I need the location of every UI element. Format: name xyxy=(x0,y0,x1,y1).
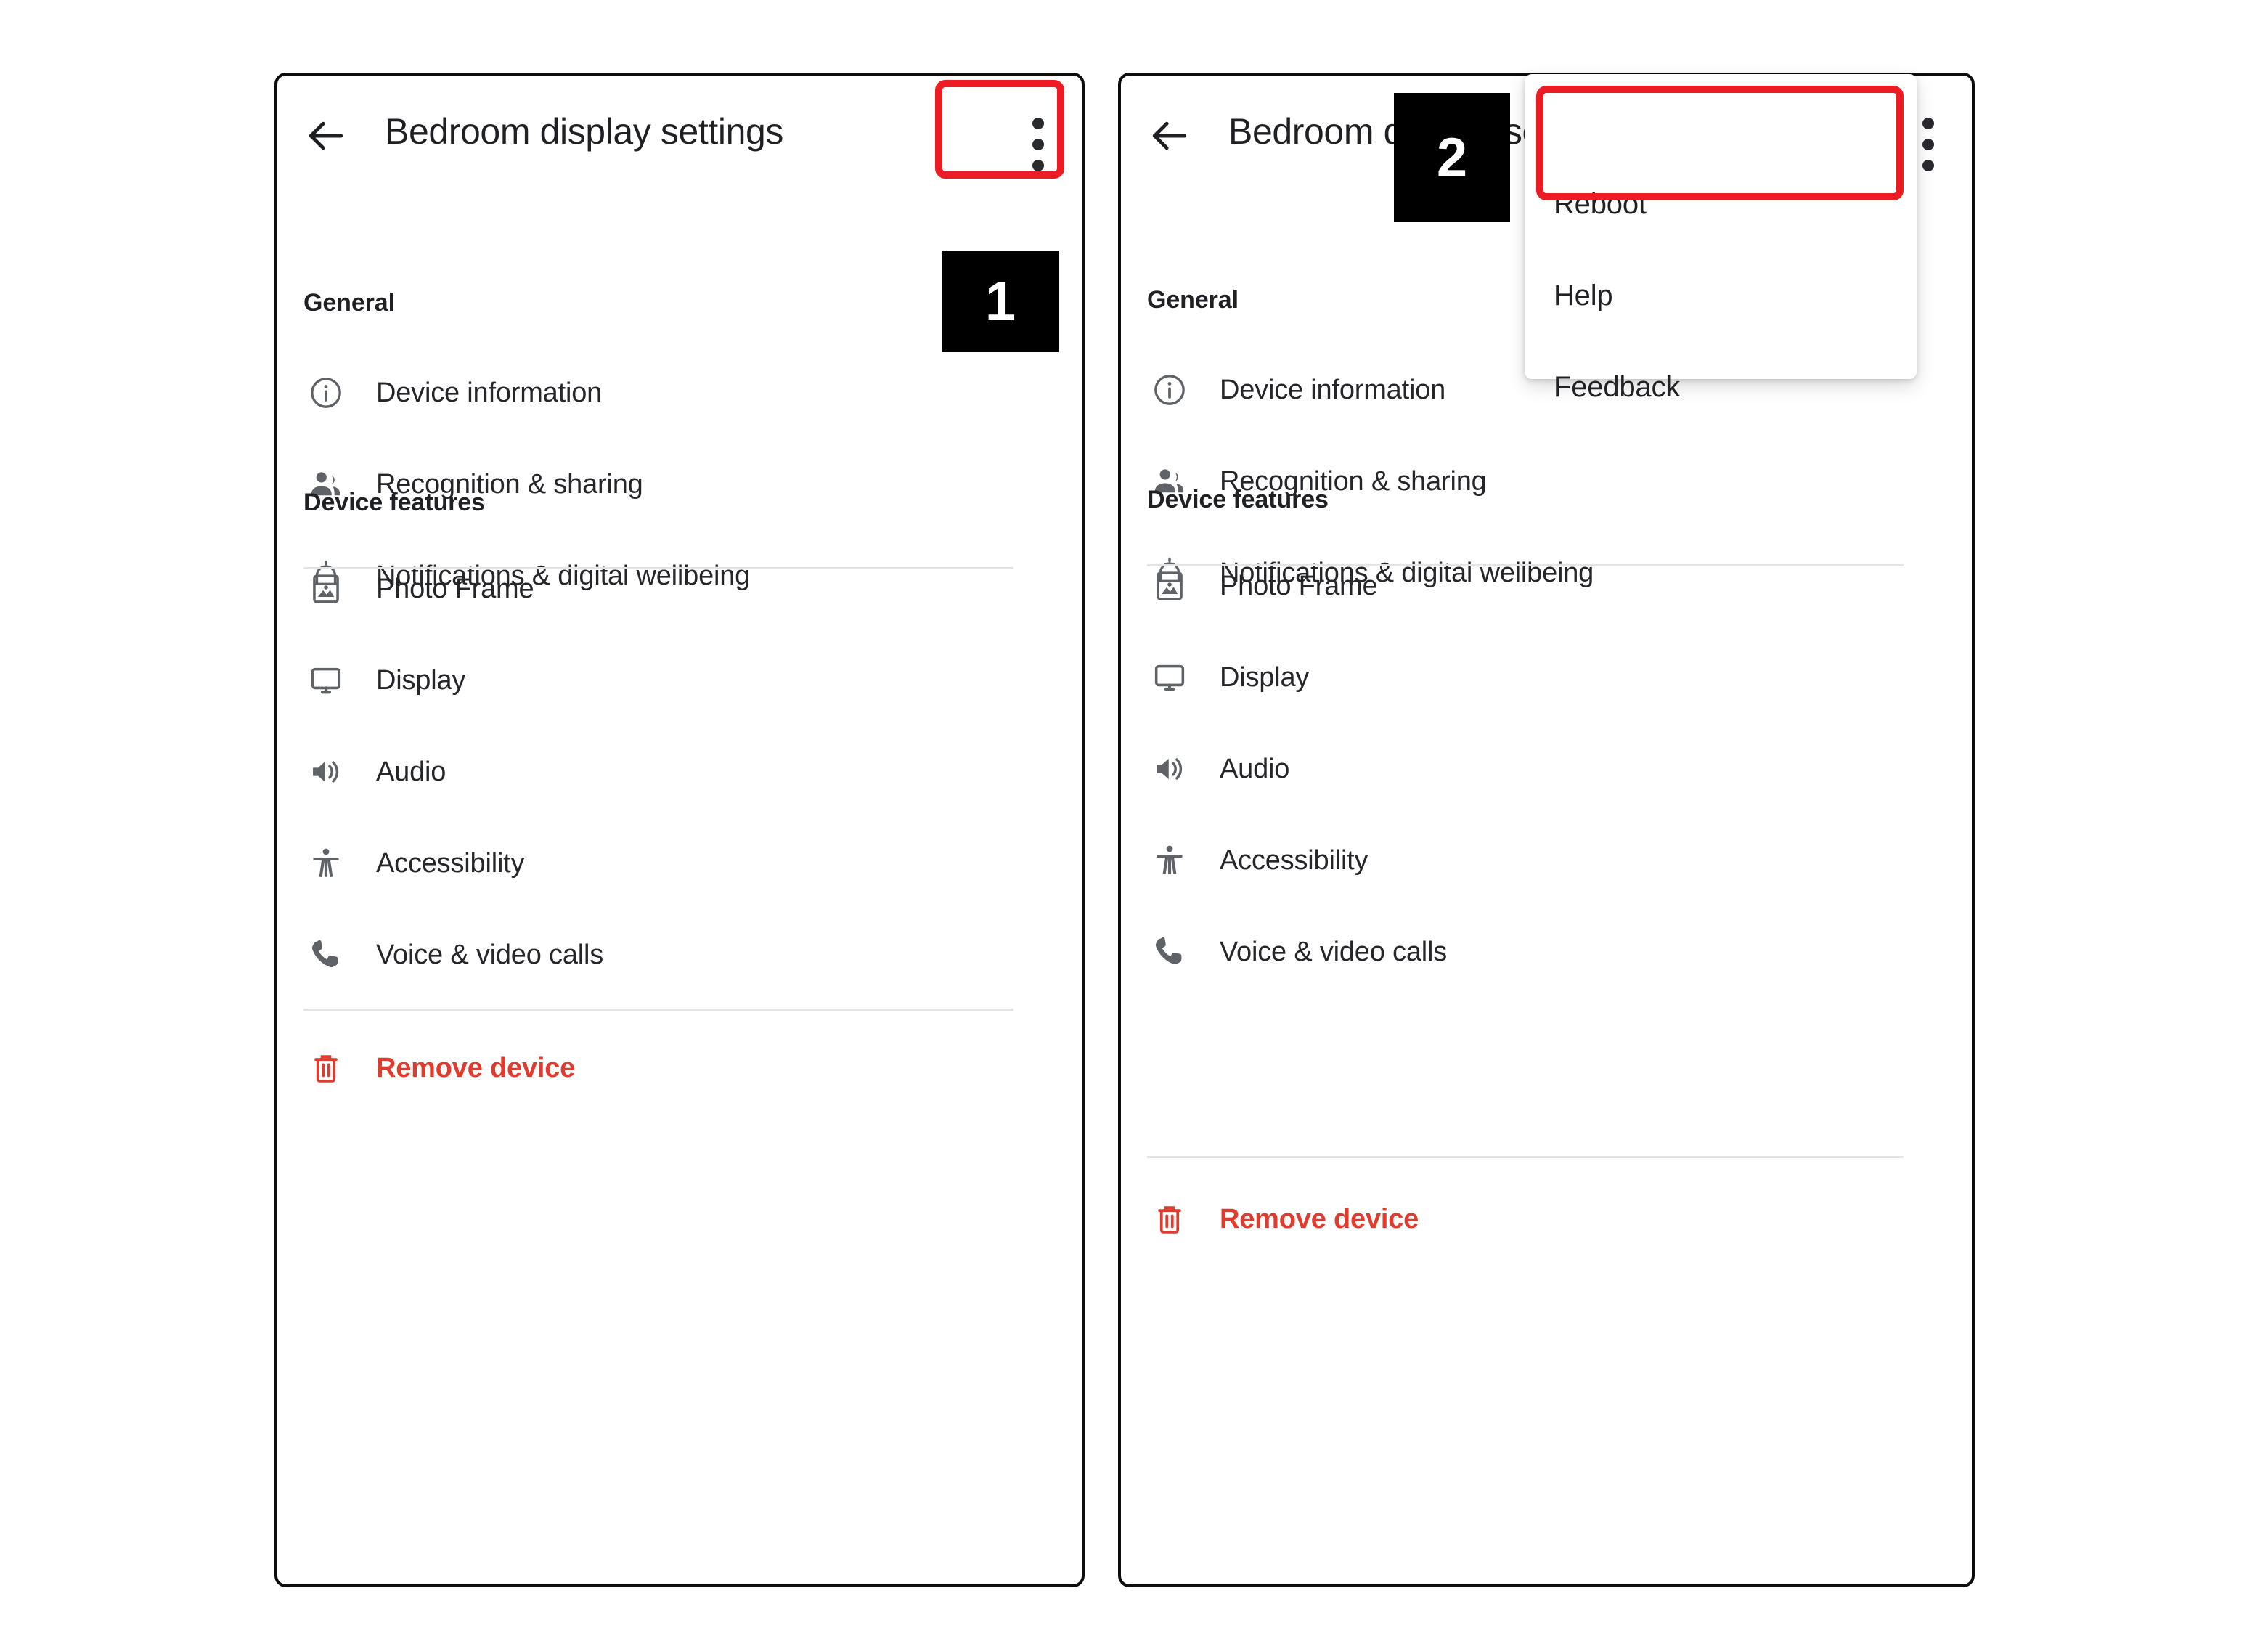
section-title-general: General xyxy=(303,289,395,317)
list-item-label: Device information xyxy=(376,377,603,408)
list-item-label: Accessibility xyxy=(376,847,525,879)
section-title-device-features: Device features xyxy=(1147,486,1329,513)
kebab-menu-icon[interactable] xyxy=(1032,118,1044,171)
accessibility-icon xyxy=(1147,838,1192,883)
info-icon xyxy=(1147,367,1192,412)
help-menu-item[interactable]: Help xyxy=(1554,280,1613,312)
remove-device-button[interactable]: Remove device xyxy=(1147,1192,1950,1246)
list-item-accessibility[interactable]: Accessibility xyxy=(1147,834,1950,887)
list-item-voice-video-calls[interactable]: Voice & video calls xyxy=(303,928,1060,982)
remove-device-button[interactable]: Remove device xyxy=(303,1041,1060,1095)
app-bar: Bedroom display settings xyxy=(277,76,1082,199)
monitor-icon xyxy=(303,658,348,703)
step-badge-2: 2 xyxy=(1394,93,1510,222)
phone-icon xyxy=(303,932,348,977)
list-item-label: Voice & video calls xyxy=(376,939,604,970)
kebab-menu-icon[interactable] xyxy=(1922,118,1934,171)
list-item-label: Audio xyxy=(1220,753,1290,784)
section-title-general: General xyxy=(1147,286,1239,314)
step-badge-1: 1 xyxy=(942,251,1059,352)
accessibility-icon xyxy=(303,841,348,886)
trash-icon xyxy=(303,1046,348,1091)
list-item-label: Device information xyxy=(1220,374,1446,405)
section-title-device-features: Device features xyxy=(303,489,485,516)
speaker-icon xyxy=(1147,746,1192,791)
phone-icon xyxy=(1147,929,1192,974)
monitor-icon xyxy=(1147,655,1192,700)
list-item-display[interactable]: Display xyxy=(303,653,1060,707)
overflow-menu: Reboot Help Feedback xyxy=(1525,74,1917,403)
list-item-label: Display xyxy=(1220,661,1310,693)
remove-device-label: Remove device xyxy=(376,1052,576,1083)
page-title: Bedroom display settings xyxy=(385,111,784,152)
list-item-label: Photo Frame xyxy=(376,573,534,604)
back-arrow-icon[interactable] xyxy=(1147,113,1192,158)
list-item-label: Voice & video calls xyxy=(1220,936,1448,967)
feedback-menu-item[interactable]: Feedback xyxy=(1554,371,1680,404)
list-item-label: Accessibility xyxy=(1220,844,1368,876)
remove-device-label: Remove device xyxy=(1220,1203,1419,1234)
speaker-icon xyxy=(303,749,348,794)
list-item-photo-frame[interactable]: Photo Frame xyxy=(1147,559,1950,613)
photo-icon xyxy=(303,566,348,611)
list-item-device-information[interactable]: Device information xyxy=(303,366,1060,420)
list-item-label: Display xyxy=(376,664,466,696)
photo-icon xyxy=(1147,563,1192,608)
list-item-photo-frame[interactable]: Photo Frame xyxy=(303,562,1060,616)
list-item-label: Photo Frame xyxy=(1220,570,1378,601)
section-divider-features xyxy=(303,1009,1013,1011)
reboot-menu-item[interactable]: Reboot xyxy=(1554,188,1647,221)
list-item-accessibility[interactable]: Accessibility xyxy=(303,836,1060,890)
list-item-voice-video-calls[interactable]: Voice & video calls xyxy=(1147,925,1950,979)
section-divider-features xyxy=(1147,1156,1904,1158)
trash-icon xyxy=(1147,1197,1192,1242)
list-item-audio[interactable]: Audio xyxy=(1147,742,1950,796)
back-arrow-icon[interactable] xyxy=(303,113,348,158)
list-item-label: Audio xyxy=(376,756,446,787)
list-item-display[interactable]: Display xyxy=(1147,651,1950,704)
list-item-audio[interactable]: Audio xyxy=(303,745,1060,799)
info-icon xyxy=(303,370,348,415)
